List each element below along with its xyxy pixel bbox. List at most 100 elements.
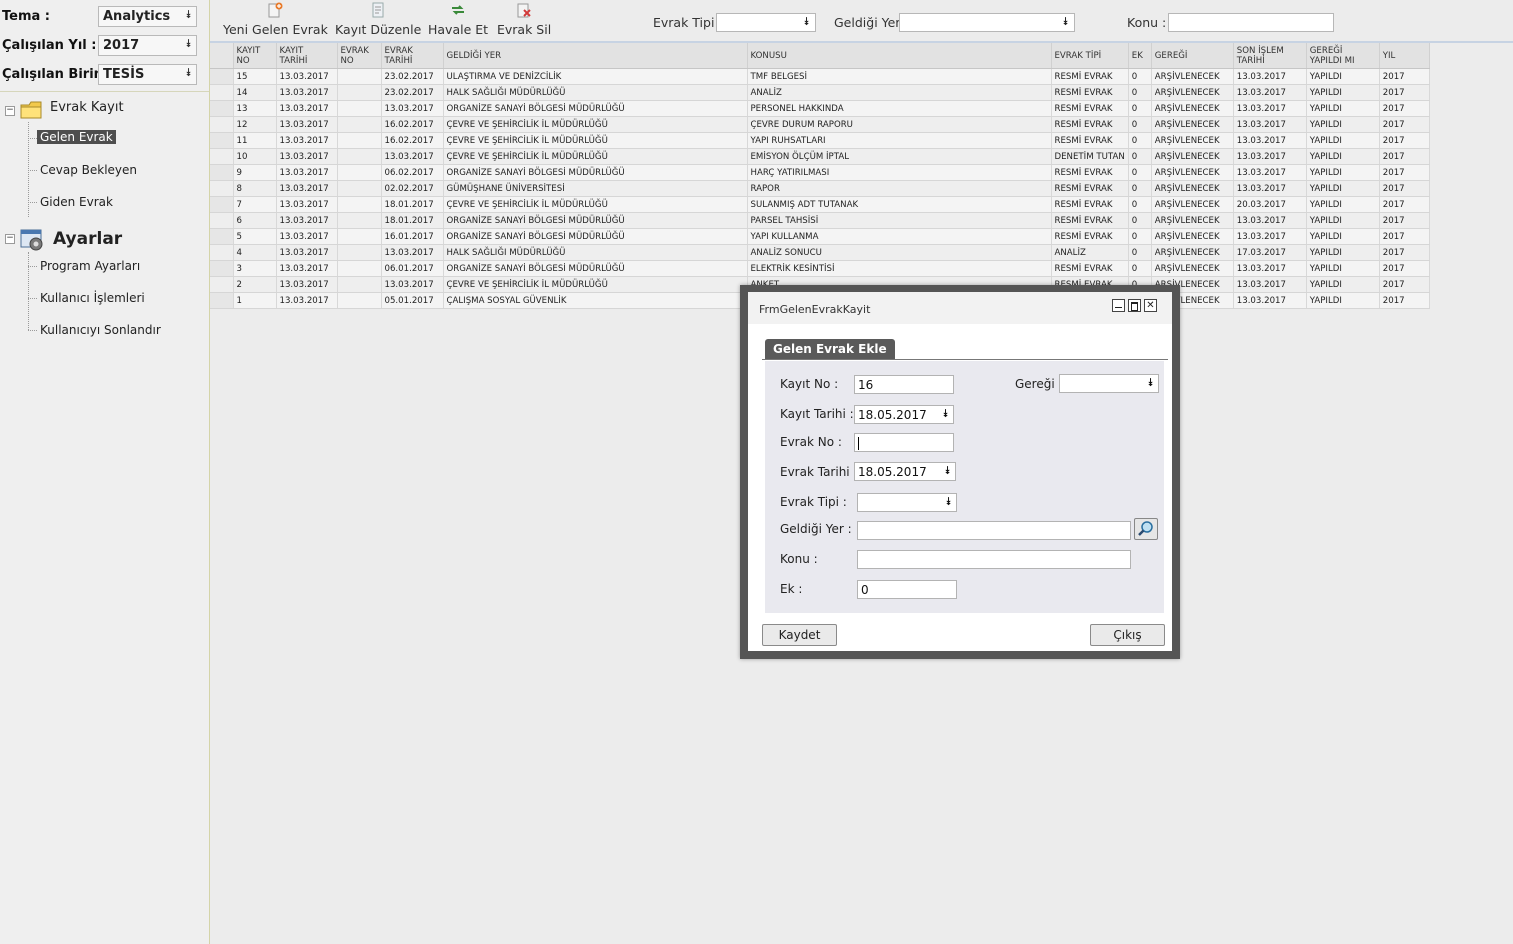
column-header[interactable]: EVRAK TARİHİ — [381, 43, 444, 69]
evrak-tipi-select[interactable]: ⯯ — [857, 493, 957, 512]
row-selector[interactable] — [210, 196, 234, 213]
geldigi-yer-input[interactable] — [857, 521, 1131, 540]
kayit-no-input[interactable]: 16 — [854, 375, 954, 394]
ek-input[interactable]: 0 — [857, 580, 957, 599]
geregi-select[interactable]: ⯯ — [1059, 374, 1159, 393]
column-header[interactable]: GELDİĞİ YER — [443, 43, 748, 69]
row-selector[interactable] — [210, 164, 234, 181]
table-cell: RESMİ EVRAK — [1051, 116, 1129, 133]
kayit-tarihi-value: 18.05.2017 — [858, 408, 927, 422]
tree-gelen-evrak[interactable]: Gelen Evrak — [37, 130, 116, 144]
row-selector[interactable] — [210, 292, 234, 309]
row-selector[interactable] — [210, 228, 234, 245]
tab-gelen-evrak-ekle[interactable]: Gelen Evrak Ekle — [765, 339, 895, 359]
chevron-down-icon: ⯯ — [1147, 376, 1154, 389]
tree-cevap-bekleyen[interactable]: Cevap Bekleyen — [40, 163, 137, 177]
column-header[interactable]: EK — [1128, 43, 1152, 69]
row-selector[interactable] — [210, 212, 234, 229]
tema-select[interactable]: Analytics ⯯ — [98, 6, 197, 27]
evrak-tarihi-picker[interactable]: 18.05.2017 ⯯ — [854, 462, 956, 481]
column-header[interactable]: EVRAK NO — [337, 43, 382, 69]
tab-divider — [762, 359, 1168, 360]
table-cell: 9 — [233, 164, 277, 181]
row-selector[interactable] — [210, 260, 234, 277]
column-header[interactable]: YIL — [1379, 43, 1430, 69]
row-selector[interactable] — [210, 148, 234, 165]
tree-program-ayarlari[interactable]: Program Ayarları — [40, 259, 140, 273]
tree-ayarlar[interactable]: Ayarlar — [53, 229, 122, 249]
maximize-icon[interactable] — [1128, 299, 1141, 312]
table-row[interactable]: 11 13.03.2017 16.02.2017 ÇEVRE VE ŞEHİRCİLİ… — [210, 132, 1430, 149]
table-cell: 17.03.2017 — [1233, 244, 1307, 261]
delete-document-button[interactable]: Evrak Sil — [497, 2, 551, 37]
table-row[interactable]: 9 13.03.2017 06.02.2017 ORGANİZE SANAYİ BÖL… — [210, 164, 1430, 181]
row-selector[interactable] — [210, 244, 234, 261]
table-row[interactable]: 10 13.03.2017 13.03.2017 ÇEVRE VE ŞEHİRCİLİ… — [210, 148, 1430, 165]
table-row[interactable]: 15 13.03.2017 23.02.2017 ULAŞTIRMA VE DENİZ… — [210, 68, 1430, 85]
column-header[interactable]: KAYIT NO — [233, 43, 277, 69]
table-row[interactable]: 5 13.03.2017 16.01.2017 ORGANİZE SANAYİ BÖL… — [210, 228, 1430, 245]
tree-kullanici-islemleri[interactable]: Kullanıcı İşlemleri — [40, 291, 145, 305]
table-row[interactable]: 8 13.03.2017 02.02.2017 GÜMÜŞHANE ÜNİVERSİT… — [210, 180, 1430, 197]
table-cell: 16.02.2017 — [381, 132, 444, 149]
table-cell: 1 — [233, 292, 277, 309]
row-selector[interactable] — [210, 116, 234, 133]
geldigi-yer-filter[interactable]: ⯯ — [899, 13, 1075, 32]
row-selector[interactable] — [210, 68, 234, 85]
column-header[interactable]: GEREĞİ — [1151, 43, 1234, 69]
close-icon[interactable]: ✕ — [1144, 299, 1157, 312]
table-cell: 2 — [233, 276, 277, 293]
column-header[interactable]: KONUSU — [747, 43, 1052, 69]
table-cell: YAPILDI — [1306, 148, 1380, 165]
table-cell: RESMİ EVRAK — [1051, 68, 1129, 85]
table-cell — [337, 244, 382, 261]
yil-select[interactable]: 2017 ⯯ — [98, 35, 197, 56]
forward-button[interactable]: Havale Et — [428, 2, 488, 37]
collapse-icon[interactable]: − — [5, 106, 15, 116]
konu-input[interactable] — [857, 550, 1131, 569]
evrak-tipi-filter[interactable]: ⯯ — [716, 13, 816, 32]
column-header[interactable]: KAYIT TARİHİ — [276, 43, 338, 69]
table-row[interactable]: 4 13.03.2017 13.03.2017 HALK SAĞLIĞI MÜDÜRL… — [210, 244, 1430, 261]
tree-giden-evrak[interactable]: Giden Evrak — [40, 195, 113, 209]
dialog-titlebar[interactable]: FrmGelenEvrakKayit ✕ — [748, 292, 1172, 324]
tree-evrak-kayit[interactable]: Evrak Kayıt — [50, 100, 124, 115]
table-cell: YAPILDI — [1306, 292, 1380, 309]
table-cell: 2017 — [1379, 276, 1430, 293]
row-selector[interactable] — [210, 132, 234, 149]
table-row[interactable]: 13 13.03.2017 13.03.2017 ORGANİZE SANAYİ BÖ… — [210, 100, 1430, 117]
edit-record-button[interactable]: Kayıt Düzenle — [335, 2, 421, 37]
tree-kullaniciyi-sonlandir[interactable]: Kullanıcıyı Sonlandır — [40, 323, 161, 337]
table-row[interactable]: 3 13.03.2017 06.01.2017 ORGANİZE SANAYİ BÖL… — [210, 260, 1430, 277]
table-row[interactable]: 14 13.03.2017 23.02.2017 HALK SAĞLIĞI MÜDÜR… — [210, 84, 1430, 101]
column-header[interactable]: SON İŞLEM TARİHİ — [1233, 43, 1307, 69]
chevron-down-icon: ⯯ — [185, 8, 192, 21]
table-row[interactable]: 6 13.03.2017 18.01.2017 ORGANİZE SANAYİ BÖL… — [210, 212, 1430, 229]
table-cell: 06.01.2017 — [381, 260, 444, 277]
cikis-button[interactable]: Çıkış — [1090, 624, 1165, 646]
collapse-icon[interactable]: − — [5, 234, 15, 244]
table-cell: 13.03.2017 — [276, 244, 338, 261]
evrak-no-input[interactable] — [854, 433, 954, 452]
evrak-tarihi-label: Evrak Tarihi : — [780, 465, 858, 479]
records-grid: KAYIT NO KAYIT TARİHİ EVRAK NO EVRAK TARİHİ… — [210, 43, 1513, 309]
konu-filter-input[interactable] — [1168, 13, 1334, 32]
table-cell: YAPILDI — [1306, 260, 1380, 277]
search-button[interactable] — [1134, 518, 1158, 540]
row-selector[interactable] — [210, 84, 234, 101]
kaydet-button[interactable]: Kaydet — [762, 624, 837, 646]
table-cell: 10 — [233, 148, 277, 165]
table-row[interactable]: 7 13.03.2017 18.01.2017 ÇEVRE VE ŞEHİRCİLİK… — [210, 196, 1430, 213]
birim-select[interactable]: TESİS ⯯ — [98, 64, 197, 85]
row-selector[interactable] — [210, 180, 234, 197]
column-header[interactable]: GEREĞİ YAPILDI MI — [1306, 43, 1380, 69]
row-selector[interactable] — [210, 276, 234, 293]
minimize-icon[interactable] — [1112, 299, 1125, 312]
table-cell: YAPI RUHSATLARI — [747, 132, 1052, 149]
row-selector[interactable] — [210, 100, 234, 117]
table-cell: ÇEVRE VE ŞEHİRCİLİK İL MÜDÜRLÜĞÜ — [443, 276, 748, 293]
table-row[interactable]: 12 13.03.2017 16.02.2017 ÇEVRE VE ŞEHİRCİLİ… — [210, 116, 1430, 133]
new-document-button[interactable]: Yeni Gelen Evrak — [223, 2, 328, 37]
kayit-tarihi-picker[interactable]: 18.05.2017 ⯯ — [854, 405, 954, 424]
column-header[interactable]: EVRAK TİPİ — [1051, 43, 1129, 69]
